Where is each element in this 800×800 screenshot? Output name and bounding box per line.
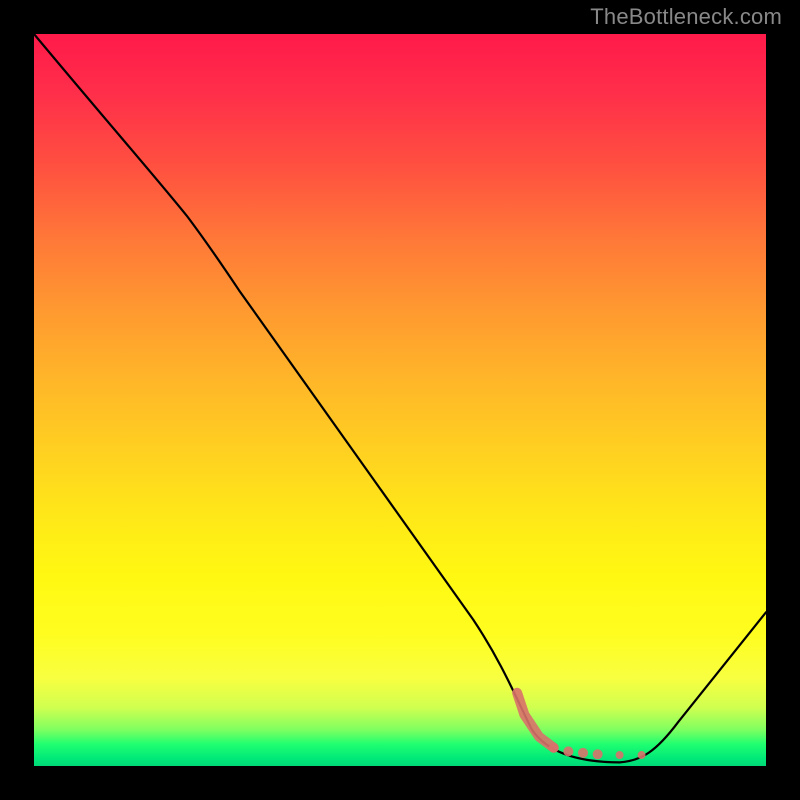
main-curve-line (34, 34, 766, 762)
chart-plot-area (34, 34, 766, 766)
chart-svg-overlay (34, 34, 766, 766)
highlighted-segment (517, 693, 645, 759)
attribution-text: TheBottleneck.com (590, 4, 782, 30)
